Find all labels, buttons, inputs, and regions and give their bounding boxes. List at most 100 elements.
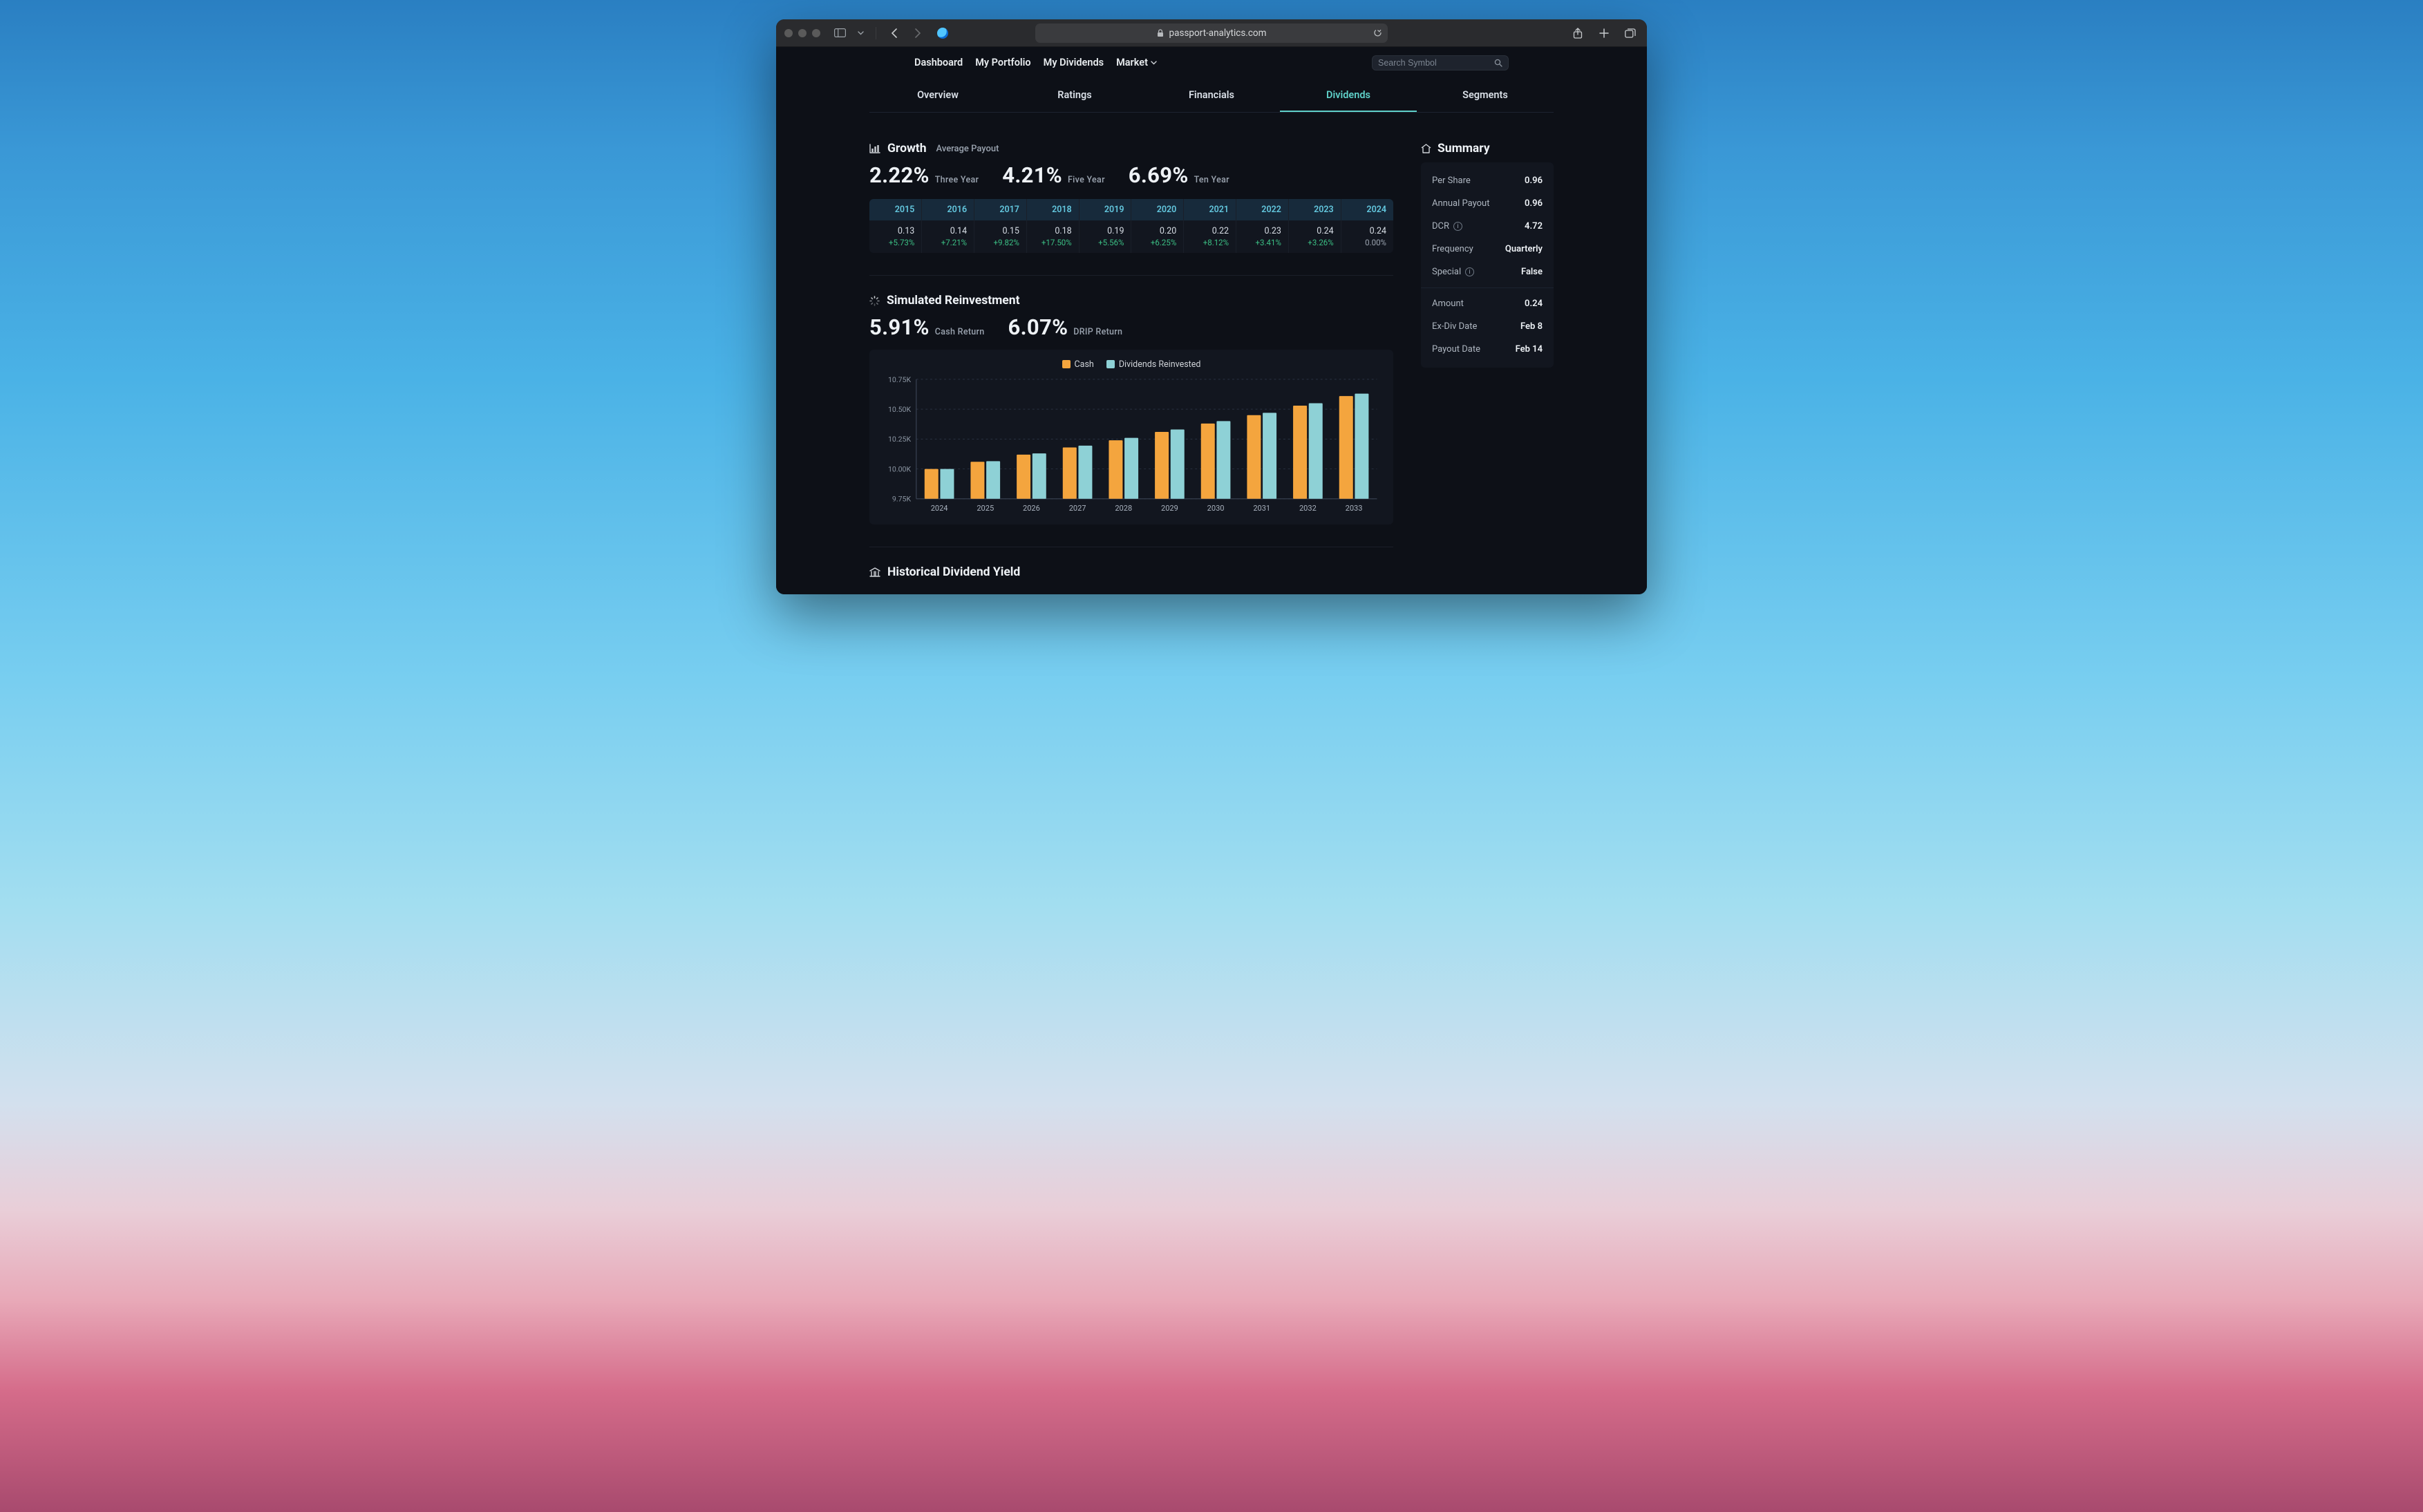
- svg-text:2032: 2032: [1299, 504, 1317, 513]
- summary-row: Per Share0.96: [1421, 169, 1554, 192]
- payout-cell: 0.14+7.21%: [922, 220, 974, 253]
- payout-history-table: 2015201620172018201920202021202220232024…: [869, 199, 1393, 253]
- payout-cell: 0.15+9.82%: [974, 220, 1027, 253]
- address-bar[interactable]: passport-analytics.com: [1035, 23, 1388, 43]
- growth-3yr-value: 2.22%: [869, 162, 930, 188]
- growth-10yr-label: Ten Year: [1194, 175, 1229, 185]
- growth-10yr: 6.69% Ten Year: [1129, 162, 1229, 188]
- nav-my-dividends[interactable]: My Dividends: [1044, 54, 1104, 71]
- symbol-search[interactable]: [1372, 55, 1509, 70]
- payout-cell: 0.18+17.50%: [1026, 220, 1079, 253]
- info-icon[interactable]: i: [1465, 267, 1474, 276]
- summary-heading: Summary: [1421, 142, 1554, 155]
- search-icon: [1494, 59, 1502, 67]
- tab-overview-icon[interactable]: [1622, 25, 1639, 41]
- nav-dashboard[interactable]: Dashboard: [914, 54, 963, 71]
- svg-text:9.75K: 9.75K: [892, 495, 912, 504]
- nav-market[interactable]: Market: [1116, 54, 1157, 71]
- reinvest-heading: Simulated Reinvestment: [869, 294, 1393, 308]
- summary-row: FrequencyQuarterly: [1421, 238, 1554, 261]
- sidebar-toggle-icon[interactable]: [831, 25, 848, 41]
- historical-heading: Historical Dividend Yield: [869, 565, 1393, 579]
- growth-5yr-label: Five Year: [1068, 175, 1105, 185]
- reinvest-cash-value: 5.91%: [869, 314, 930, 340]
- growth-subtitle: Average Payout: [936, 144, 999, 154]
- growth-title: Growth: [887, 142, 927, 155]
- reinvest-cash: 5.91% Cash Return: [869, 314, 985, 340]
- svg-text:2029: 2029: [1161, 504, 1178, 513]
- spinner-icon: [869, 296, 880, 306]
- summary-card: Per Share0.96Annual Payout0.96DCRi4.72Fr…: [1421, 162, 1554, 368]
- payout-year-header: 2020: [1131, 199, 1184, 220]
- legend-cash: Cash: [1062, 359, 1094, 370]
- titlebar: passport-analytics.com: [776, 19, 1647, 47]
- payout-cell: 0.19+5.56%: [1079, 220, 1131, 253]
- svg-text:2028: 2028: [1115, 504, 1132, 513]
- payout-cell: 0.22+8.12%: [1184, 220, 1236, 253]
- summary-row: Payout DateFeb 14: [1421, 338, 1554, 361]
- summary-row: Annual Payout0.96: [1421, 192, 1554, 215]
- growth-3yr: 2.22% Three Year: [869, 162, 979, 188]
- payout-year-header: 2019: [1079, 199, 1131, 220]
- reinvest-drip-label: DRIP Return: [1073, 327, 1122, 337]
- payout-year-header: 2018: [1026, 199, 1079, 220]
- tab-dividends[interactable]: Dividends: [1280, 78, 1417, 112]
- app-viewport: Dashboard My Portfolio My Dividends Mark…: [776, 47, 1647, 594]
- reload-icon[interactable]: [1373, 28, 1382, 37]
- payout-year-header: 2022: [1236, 199, 1289, 220]
- svg-text:10.25K: 10.25K: [888, 435, 911, 444]
- svg-text:10.50K: 10.50K: [888, 405, 911, 414]
- payout-year-header: 2021: [1184, 199, 1236, 220]
- svg-text:10.00K: 10.00K: [888, 464, 911, 473]
- reinvest-chart-svg: 9.75K10.00K10.25K10.50K10.75K20242025202…: [879, 372, 1384, 518]
- bar-chart-icon: [869, 144, 880, 153]
- tab-financials[interactable]: Financials: [1143, 78, 1280, 112]
- new-tab-icon[interactable]: [1596, 25, 1612, 41]
- growth-metrics: 2.22% Three Year 4.21% Five Year 6.69% T…: [869, 162, 1393, 188]
- symbol-search-input[interactable]: [1378, 58, 1490, 68]
- browser-window: passport-analytics.com Dashboard My Port…: [776, 19, 1647, 594]
- forward-icon[interactable]: [909, 25, 926, 41]
- back-icon[interactable]: [886, 25, 903, 41]
- historical-title: Historical Dividend Yield: [887, 565, 1020, 579]
- reinvest-chart: Cash Dividends Reinvested 9.75K 10.00K 10.…: [869, 350, 1393, 525]
- tab-segments[interactable]: Segments: [1417, 78, 1554, 112]
- nav-my-portfolio[interactable]: My Portfolio: [975, 54, 1030, 71]
- reinvest-drip: 6.07% DRIP Return: [1008, 314, 1123, 340]
- summary-row: Amount0.24: [1421, 292, 1554, 315]
- close-window-icon[interactable]: [784, 29, 793, 37]
- top-nav: Dashboard My Portfolio My Dividends Mark…: [776, 47, 1647, 78]
- svg-text:2024: 2024: [931, 504, 948, 513]
- growth-3yr-label: Three Year: [935, 175, 979, 185]
- minimize-window-icon[interactable]: [798, 29, 807, 37]
- svg-text:2030: 2030: [1207, 504, 1225, 513]
- summary-row: SpecialiFalse: [1421, 261, 1554, 283]
- tab-overview[interactable]: Overview: [869, 78, 1006, 112]
- payout-year-header: 2015: [869, 199, 922, 220]
- legend-drip: Dividends Reinvested: [1106, 359, 1201, 370]
- zoom-window-icon[interactable]: [812, 29, 820, 37]
- svg-text:10.75K: 10.75K: [888, 375, 911, 384]
- tab-ratings[interactable]: Ratings: [1006, 78, 1143, 112]
- payout-cell: 0.24+3.26%: [1288, 220, 1341, 253]
- info-icon[interactable]: i: [1453, 222, 1462, 231]
- lock-icon: [1157, 29, 1164, 37]
- section-divider: [869, 275, 1393, 276]
- section-tabs: Overview Ratings Financials Dividends Se…: [869, 78, 1554, 113]
- summary-row: Ex-Div DateFeb 8: [1421, 315, 1554, 338]
- growth-5yr: 4.21% Five Year: [1002, 162, 1105, 188]
- nav-market-label: Market: [1116, 57, 1148, 68]
- site-favicon-icon: [937, 28, 948, 39]
- reinvest-drip-value: 6.07%: [1008, 314, 1068, 340]
- payout-year-header: 2016: [922, 199, 974, 220]
- home-icon: [1421, 144, 1431, 153]
- share-icon[interactable]: [1569, 25, 1586, 41]
- growth-10yr-value: 6.69%: [1129, 162, 1189, 188]
- svg-text:2026: 2026: [1023, 504, 1040, 513]
- payout-cell: 0.20+6.25%: [1131, 220, 1184, 253]
- summary-title: Summary: [1437, 142, 1490, 155]
- chevron-down-icon[interactable]: [855, 25, 866, 41]
- payout-cell: 0.13+5.73%: [869, 220, 922, 253]
- growth-heading: Growth Average Payout: [869, 142, 1393, 155]
- payout-year-header: 2017: [974, 199, 1027, 220]
